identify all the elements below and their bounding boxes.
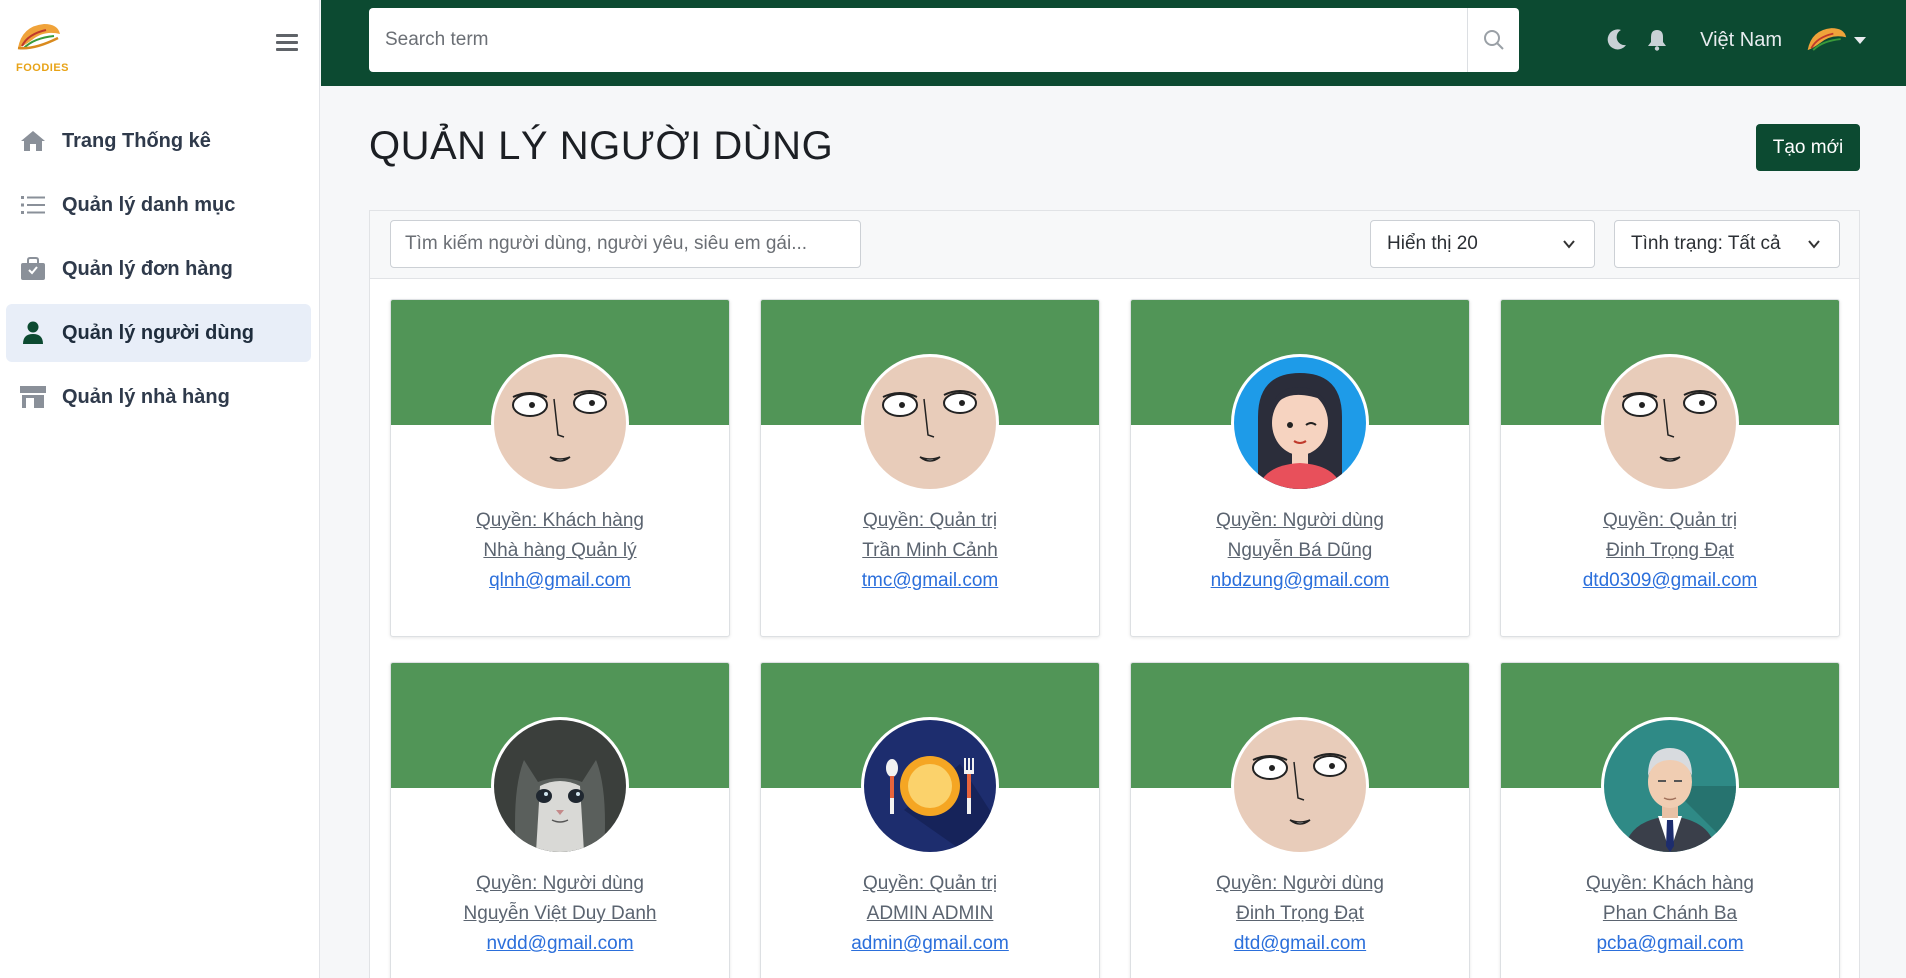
sidebar-item-label: Quản lý đơn hàng — [62, 257, 233, 280]
language-selector[interactable]: Việt Nam — [1700, 29, 1782, 52]
avatar — [491, 717, 629, 855]
user-email[interactable]: qlnh@gmail.com — [391, 566, 729, 596]
avatar — [1601, 717, 1739, 855]
user-role[interactable]: Quyền: Người dùng — [1131, 506, 1469, 536]
user-card[interactable]: Quyền: Người dùng Đinh Trọng Đạt dtd@gma… — [1130, 662, 1470, 978]
sidebar-item-orders[interactable]: Quản lý đơn hàng — [6, 240, 311, 298]
user-role[interactable]: Quyền: Khách hàng — [391, 506, 729, 536]
card-info: Quyền: Quản trị Trần Minh Cảnh tmc@gmail… — [761, 506, 1099, 596]
chevron-down-icon — [1808, 240, 1820, 249]
user-name[interactable]: Đinh Trọng Đạt — [1131, 899, 1469, 929]
taco-logo-icon — [17, 24, 60, 50]
sidebar-item-categories[interactable]: Quản lý danh mục — [6, 176, 311, 234]
user-name[interactable]: Nguyễn Việt Duy Danh — [391, 899, 729, 929]
user-name[interactable]: Phan Chánh Ba — [1501, 899, 1839, 929]
status-value: Tình trạng: Tất cả — [1631, 233, 1781, 254]
page-size-value: Hiển thị 20 — [1387, 233, 1478, 254]
card-info: Quyền: Khách hàng Nhà hàng Quản lý qlnh@… — [391, 506, 729, 596]
topbar: Việt Nam — [321, 0, 1906, 86]
moon-icon[interactable] — [1602, 25, 1632, 55]
user-email[interactable]: nvdd@gmail.com — [391, 929, 729, 959]
sidebar-item-statistics[interactable]: Trang Thống kê — [6, 112, 311, 170]
filter-toolbar: Hiển thị 20 Tình trạng: Tất cả — [370, 211, 1859, 279]
sidebar: FOODIES Trang Thống kê Quản lý danh mục … — [0, 0, 320, 978]
list-icon — [18, 192, 48, 218]
user-email[interactable]: nbdzung@gmail.com — [1131, 566, 1469, 596]
sidebar-item-label: Quản lý danh mục — [62, 193, 236, 216]
user-card[interactable]: Quyền: Khách hàng Nhà hàng Quản lý qlnh@… — [390, 299, 730, 637]
card-info: Quyền: Người dùng Nguyễn Bá Dũng nbdzung… — [1131, 506, 1469, 596]
brand-name: FOODIES — [16, 62, 70, 74]
user-card[interactable]: Quyền: Quản trị Đinh Trọng Đạt dtd0309@g… — [1500, 299, 1840, 637]
user-role[interactable]: Quyền: Người dùng — [1131, 869, 1469, 899]
bell-icon[interactable] — [1642, 25, 1672, 55]
topbar-actions: Việt Nam — [1602, 0, 1866, 80]
page-size-select[interactable]: Hiển thị 20 — [1370, 220, 1595, 268]
user-name[interactable]: Đinh Trọng Đạt — [1501, 536, 1839, 566]
plate-avatar-icon — [864, 720, 996, 852]
user-email[interactable]: pcba@gmail.com — [1501, 929, 1839, 959]
user-card[interactable]: Quyền: Khách hàng Phan Chánh Ba pcba@gma… — [1500, 662, 1840, 978]
user-avatar[interactable] — [1804, 18, 1848, 62]
user-email[interactable]: dtd0309@gmail.com — [1501, 566, 1839, 596]
bald-face-avatar-icon — [494, 357, 626, 489]
user-role[interactable]: Quyền: Khách hàng — [1501, 869, 1839, 899]
search-icon — [1483, 30, 1504, 50]
avatar — [491, 354, 629, 492]
menu-toggle-icon[interactable] — [276, 34, 298, 54]
create-button[interactable]: Tạo mới — [1756, 124, 1860, 171]
chevron-down-icon — [1563, 240, 1575, 249]
global-search — [369, 8, 1519, 72]
user-name[interactable]: Nguyễn Bá Dũng — [1131, 536, 1469, 566]
user-filter-input[interactable] — [390, 220, 861, 268]
avatar — [1231, 354, 1369, 492]
bald-face-avatar-icon — [1604, 357, 1736, 489]
user-email[interactable]: admin@gmail.com — [761, 929, 1099, 959]
old-man-avatar-icon — [1604, 720, 1736, 852]
user-card[interactable]: Quyền: Người dùng Nguyễn Bá Dũng nbdzung… — [1130, 299, 1470, 637]
avatar — [861, 354, 999, 492]
user-email[interactable]: dtd@gmail.com — [1131, 929, 1469, 959]
user-email[interactable]: tmc@gmail.com — [761, 566, 1099, 596]
card-info: Quyền: Quản trị Đinh Trọng Đạt dtd0309@g… — [1501, 506, 1839, 596]
user-card[interactable]: Quyền: Người dùng Nguyễn Việt Duy Danh n… — [390, 662, 730, 978]
card-info: Quyền: Người dùng Nguyễn Việt Duy Danh n… — [391, 869, 729, 959]
avatar — [1601, 354, 1739, 492]
bald-face-avatar-icon — [864, 357, 996, 489]
user-role[interactable]: Quyền: Người dùng — [391, 869, 729, 899]
sidebar-item-restaurants[interactable]: Quản lý nhà hàng — [6, 368, 311, 426]
sidebar-item-users[interactable]: Quản lý người dùng — [6, 304, 311, 362]
brand-logo[interactable]: FOODIES — [14, 20, 74, 76]
bald-face-avatar-icon — [1234, 720, 1366, 852]
user-role[interactable]: Quyền: Quản trị — [761, 869, 1099, 899]
sidebar-nav: Trang Thống kê Quản lý danh mục Quản lý … — [6, 112, 311, 432]
home-icon — [18, 128, 48, 154]
user-icon — [18, 320, 48, 346]
user-role[interactable]: Quyền: Quản trị — [1501, 506, 1839, 536]
sidebar-item-label: Quản lý nhà hàng — [62, 385, 230, 408]
chevron-down-icon[interactable] — [1854, 36, 1866, 44]
card-info: Quyền: Người dùng Đinh Trọng Đạt dtd@gma… — [1131, 869, 1469, 959]
user-name[interactable]: Trần Minh Cảnh — [761, 536, 1099, 566]
sidebar-item-label: Trang Thống kê — [62, 129, 211, 152]
user-card[interactable]: Quyền: Quản trị Trần Minh Cảnh tmc@gmail… — [760, 299, 1100, 637]
search-input[interactable] — [369, 8, 1467, 72]
card-info: Quyền: Quản trị ADMIN ADMIN admin@gmail.… — [761, 869, 1099, 959]
cat-avatar-icon — [494, 720, 626, 852]
girl-avatar-icon — [1234, 357, 1366, 489]
search-button[interactable] — [1467, 8, 1519, 72]
user-card[interactable]: Quyền: Quản trị ADMIN ADMIN admin@gmail.… — [760, 662, 1100, 978]
status-select[interactable]: Tình trạng: Tất cả — [1614, 220, 1840, 268]
user-name[interactable]: Nhà hàng Quản lý — [391, 536, 729, 566]
store-icon — [18, 384, 48, 410]
page-title: QUẢN LÝ NGƯỜI DÙNG — [369, 124, 834, 168]
user-role[interactable]: Quyền: Quản trị — [761, 506, 1099, 536]
shopping-bag-icon — [18, 256, 48, 282]
avatar — [1231, 717, 1369, 855]
card-info: Quyền: Khách hàng Phan Chánh Ba pcba@gma… — [1501, 869, 1839, 959]
user-name[interactable]: ADMIN ADMIN — [761, 899, 1099, 929]
sidebar-item-label: Quản lý người dùng — [62, 321, 255, 344]
avatar — [861, 717, 999, 855]
